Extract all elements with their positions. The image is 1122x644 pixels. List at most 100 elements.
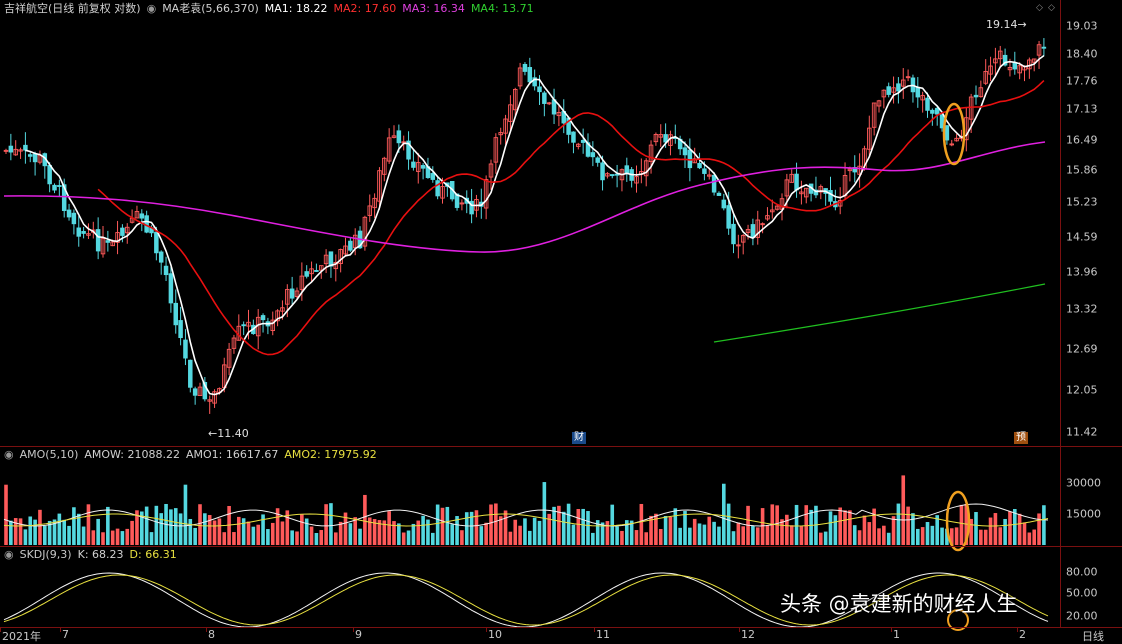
candle-body	[289, 288, 295, 299]
stock-title[interactable]: 吉祥航空(日线 前复权 对数)	[4, 0, 141, 18]
volume-bar	[401, 532, 406, 545]
skdj-header: ◉ SKDJ(9,3) K: 68.23 D: 66.31	[4, 546, 177, 564]
candle-body	[120, 227, 125, 236]
time-axis-tick	[206, 627, 207, 632]
volume-bar	[411, 523, 416, 545]
volume-bar	[212, 520, 217, 545]
volume-bar	[1008, 511, 1012, 545]
period-label[interactable]: 日线	[1082, 628, 1104, 644]
price-axis-label: 13.32	[1066, 302, 1098, 316]
volume-bar	[353, 517, 357, 545]
volume-bar	[91, 530, 96, 545]
candle-body	[435, 180, 440, 197]
amow-value: AMOW: 21088.22	[84, 448, 180, 461]
main-chart-header: 吉祥航空(日线 前复权 对数) ◉ MA老袁(5,66,370) MA1: 18…	[4, 0, 534, 18]
time-axis-tick	[486, 627, 487, 632]
volume-bar	[397, 523, 401, 545]
volume-bar	[819, 532, 823, 545]
ma3-line	[3, 141, 1046, 253]
skdj-name[interactable]: SKDJ(9,3)	[20, 546, 72, 564]
volume-bar	[1032, 529, 1036, 545]
volume-bar	[324, 504, 328, 545]
volume-bar	[852, 525, 857, 545]
volume-bar	[144, 506, 149, 545]
forecast-badge[interactable]: 预	[1014, 432, 1028, 444]
dropdown-icon[interactable]: ◇	[1048, 3, 1055, 13]
volume-bar	[993, 513, 998, 545]
volume-bar	[169, 509, 173, 545]
volume-bar	[678, 527, 682, 545]
skdj-axis-label: 50.00	[1066, 586, 1098, 600]
volume-bar	[508, 531, 513, 545]
time-axis-label: 2	[1019, 628, 1026, 641]
candle-body	[47, 164, 52, 185]
volume-bar	[13, 518, 18, 545]
volume-bar	[688, 527, 692, 545]
volume-bar	[421, 515, 425, 545]
volume-bar	[1017, 513, 1022, 545]
candle-body	[430, 173, 436, 180]
volume-bar	[552, 506, 556, 545]
volume-bar	[450, 524, 454, 545]
volume-bar	[785, 514, 789, 545]
time-axis-label: 7	[62, 628, 69, 641]
volume-bar	[309, 526, 314, 545]
price-axis-label: 11.42	[1066, 425, 1098, 439]
time-axis-label: 11	[596, 628, 610, 641]
volume-bar	[799, 526, 804, 545]
volume-bar	[857, 530, 862, 545]
candle-body	[794, 173, 799, 191]
volume-bar	[76, 513, 81, 545]
volume-bar	[96, 518, 100, 545]
skdj-axis-label: 80.00	[1066, 565, 1098, 579]
candle-body	[590, 152, 596, 158]
candle-body	[896, 83, 901, 92]
settings-icon[interactable]: ◇	[1036, 3, 1043, 13]
candle-body	[1012, 62, 1018, 70]
volume-bar	[581, 508, 585, 545]
volume-bar	[736, 522, 741, 545]
volume-bar	[707, 516, 712, 545]
volume-bar	[882, 525, 886, 545]
volume-bar	[780, 519, 784, 545]
volume-bar	[270, 522, 275, 545]
candle-body	[396, 130, 402, 144]
volume-bar	[537, 520, 542, 545]
price-axis-label: 13.96	[1066, 265, 1098, 279]
volume-bar	[101, 532, 105, 545]
volume-bar	[33, 519, 37, 545]
volume-bar	[891, 516, 896, 545]
amo-dropdown-icon[interactable]: ◉	[4, 446, 14, 464]
candle-body	[154, 231, 159, 254]
volume-bar	[237, 516, 241, 545]
volume-bar	[183, 484, 188, 545]
candle-body	[173, 302, 178, 326]
price-axis-label: 15.23	[1066, 195, 1098, 209]
volume-bar	[920, 527, 925, 545]
volume-bar	[435, 504, 440, 545]
volume-bar	[43, 525, 47, 545]
candle-body	[183, 339, 188, 359]
volume-bar	[959, 504, 964, 545]
skdj-dropdown-icon[interactable]: ◉	[4, 546, 14, 564]
candle-body	[934, 107, 940, 115]
time-axis-label: 1	[893, 628, 900, 641]
candle-body	[139, 213, 145, 219]
low-price-annotation: ←11.40	[208, 427, 249, 440]
volume-bar	[198, 504, 202, 545]
volume-bar	[1022, 522, 1027, 545]
candle-body	[731, 223, 736, 245]
volume-bar	[193, 527, 197, 545]
volume-bar	[591, 532, 595, 545]
volume-bar	[319, 530, 324, 545]
indicator-dropdown-icon[interactable]: ◉	[147, 0, 157, 18]
volume-bar	[232, 532, 236, 545]
candle-body	[168, 273, 174, 304]
candle-body	[711, 174, 717, 193]
volume-bar	[848, 510, 852, 545]
indicator-name[interactable]: MA老袁(5,66,370)	[162, 0, 259, 18]
volume-bar	[81, 526, 86, 545]
earnings-badge[interactable]: 财	[572, 432, 586, 444]
volume-bar	[125, 528, 130, 545]
amo-name[interactable]: AMO(5,10)	[20, 446, 79, 464]
